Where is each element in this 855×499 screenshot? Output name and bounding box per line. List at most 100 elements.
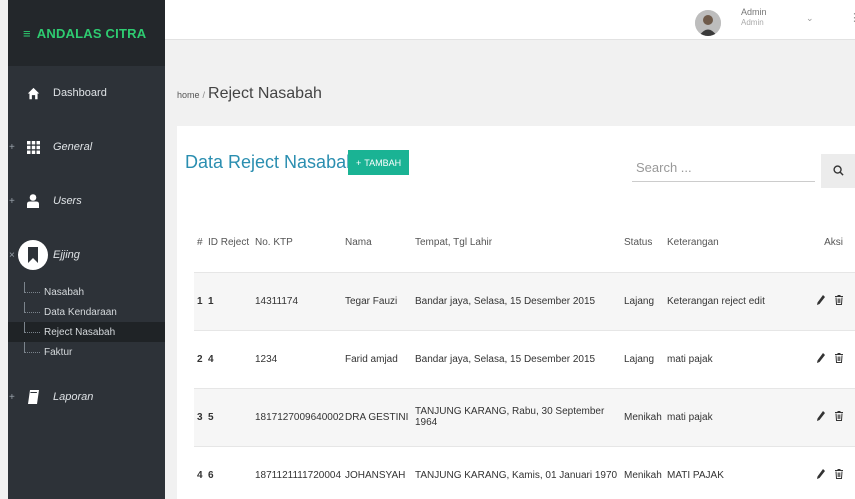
cell-number: 4	[194, 445, 208, 499]
chevron-down-icon[interactable]: ⌄	[806, 13, 814, 24]
cell-keterangan: MATI PAJAK	[667, 445, 787, 499]
cell-status: Lajang	[624, 329, 667, 388]
cell-keterangan: mati pajak	[667, 387, 787, 446]
search-icon	[832, 164, 844, 179]
cell-status: Lajang	[624, 271, 667, 330]
table-row: 2 4 1234 Farid amjad Bandar jaya, Selasa…	[194, 329, 855, 388]
sidebar-item-label: Laporan	[53, 391, 94, 403]
search-button[interactable]	[821, 154, 855, 188]
cell-nama: Tegar Fauzi	[345, 271, 415, 330]
submenu-item-nasabah[interactable]: Nasabah	[24, 282, 165, 302]
top-bar: Admin Admin ⌄ ⋮	[165, 0, 855, 40]
page-title: Reject Nasabah	[208, 85, 322, 102]
breadcrumb-home[interactable]: home	[177, 90, 200, 100]
expand-icon: +	[9, 391, 15, 403]
user-role: Admin	[741, 18, 764, 27]
add-button[interactable]: + TAMBAH	[348, 150, 410, 175]
edit-icon[interactable]	[817, 468, 825, 479]
table-row: 1 1 14311174 Tegar Fauzi Bandar jaya, Se…	[194, 271, 855, 330]
col-header-number: #	[197, 237, 203, 249]
bookmark-icon	[18, 240, 48, 270]
search-input[interactable]	[632, 154, 815, 182]
table-row: 3 5 1817127009640002 DRA GESTINI TANJUNG…	[194, 387, 855, 446]
cell-tempat-tgl-lahir: Bandar jaya, Selasa, 15 Desember 2015	[415, 271, 624, 330]
sidebar-item-laporan[interactable]: + Laporan	[8, 370, 165, 424]
cell-keterangan: mati pajak	[667, 329, 787, 388]
card-title: Data Reject Nasabah	[185, 152, 357, 172]
sidebar-item-label: Users	[53, 195, 82, 207]
cell-number: 2	[194, 329, 208, 388]
cell-tempat-tgl-lahir: Bandar jaya, Selasa, 15 Desember 2015	[415, 329, 624, 388]
cell-number: 1	[194, 271, 208, 330]
cell-id-reject: 4	[208, 329, 255, 388]
table-row: 4 6 1871121111720004 JOHANSYAH TANJUNG K…	[194, 445, 855, 499]
cell-status: Menikah	[624, 445, 667, 499]
cell-aksi	[787, 271, 855, 330]
sidebar-item-dashboard[interactable]: Dashboard	[8, 66, 165, 120]
trash-icon[interactable]	[835, 468, 843, 479]
avatar[interactable]	[695, 10, 721, 36]
sidebar-item-label: General	[53, 141, 93, 153]
cell-nama: DRA GESTINI	[345, 387, 415, 446]
cell-no-ktp: 1871121111720004	[255, 445, 345, 499]
submenu-item-data-kendaraan[interactable]: Data Kendaraan	[24, 302, 165, 322]
col-header-nama: Nama	[345, 237, 372, 249]
cell-id-reject: 1	[208, 271, 255, 330]
cell-aksi	[787, 329, 855, 388]
trash-icon[interactable]	[835, 294, 843, 305]
brand[interactable]: ≡ ANDALAS CITRA	[8, 0, 165, 66]
content-card: Data Reject Nasabah + TAMBAH # ID Reject…	[177, 126, 855, 499]
ejjing-submenu: Nasabah Data Kendaraan Reject Nasabah Fa…	[8, 282, 165, 362]
col-header-id-reject: ID Reject	[208, 237, 250, 249]
submenu-item-faktur[interactable]: Faktur	[24, 342, 165, 362]
col-header-keterangan: Keterangan	[667, 237, 719, 249]
col-header-tempat-tgl-lahir: Tempat, Tgl Lahir	[415, 237, 493, 249]
cell-nama: JOHANSYAH	[345, 445, 415, 499]
submenu-item-reject-nasabah[interactable]: Reject Nasabah	[8, 322, 165, 342]
cell-number: 3	[194, 387, 208, 446]
trash-icon[interactable]	[835, 410, 843, 421]
cell-id-reject: 6	[208, 445, 255, 499]
edit-icon[interactable]	[817, 294, 825, 305]
cell-tempat-tgl-lahir: TANJUNG KARANG, Kamis, 01 Januari 1970	[415, 445, 624, 499]
add-button-label: TAMBAH	[364, 157, 402, 168]
breadcrumb-separator: /	[202, 90, 206, 100]
home-icon	[25, 85, 41, 101]
col-header-aksi: Aksi	[824, 237, 843, 249]
cell-status: Menikah	[624, 387, 667, 446]
more-vertical-icon[interactable]: ⋮	[849, 11, 855, 24]
col-header-status: Status	[624, 237, 653, 249]
edit-icon[interactable]	[817, 352, 825, 363]
cell-tempat-tgl-lahir: TANJUNG KARANG, Rabu, 30 September 1964	[415, 387, 624, 446]
cell-no-ktp: 1234	[255, 329, 345, 388]
book-icon	[25, 389, 41, 405]
sidebar: ≡ ANDALAS CITRA Dashboard + General + Us…	[8, 0, 165, 499]
menu-icon[interactable]: ≡	[23, 26, 31, 41]
breadcrumb: home / Reject Nasabah	[177, 85, 322, 103]
sidebar-item-ejjing[interactable]: × Ejjing	[8, 228, 165, 282]
brand-name: ANDALAS CITRA	[36, 25, 147, 41]
collapse-icon: ×	[9, 249, 15, 261]
expand-icon: +	[9, 195, 15, 207]
user-name: Admin	[741, 7, 767, 17]
cell-id-reject: 5	[208, 387, 255, 446]
table-header-row: # ID Reject No. KTP Nama Tempat, Tgl Lah…	[194, 214, 855, 272]
expand-icon: +	[9, 141, 15, 153]
plus-icon: +	[356, 157, 362, 168]
sidebar-item-label: Ejjing	[53, 249, 80, 261]
cell-no-ktp: 14311174	[255, 271, 345, 330]
cell-no-ktp: 1817127009640002	[255, 387, 345, 446]
grid-icon	[25, 139, 41, 155]
cell-nama: Farid amjad	[345, 329, 415, 388]
edit-icon[interactable]	[817, 410, 825, 421]
reject-table: # ID Reject No. KTP Nama Tempat, Tgl Lah…	[194, 214, 855, 499]
cell-keterangan: Keterangan reject edit	[667, 271, 787, 330]
trash-icon[interactable]	[835, 352, 843, 363]
sidebar-item-label: Dashboard	[53, 87, 107, 99]
sidebar-item-general[interactable]: + General	[8, 120, 165, 174]
cell-aksi	[787, 387, 855, 446]
user-icon	[25, 193, 41, 209]
sidebar-item-users[interactable]: + Users	[8, 174, 165, 228]
cell-aksi	[787, 445, 855, 499]
col-header-no-ktp: No. KTP	[255, 237, 293, 249]
